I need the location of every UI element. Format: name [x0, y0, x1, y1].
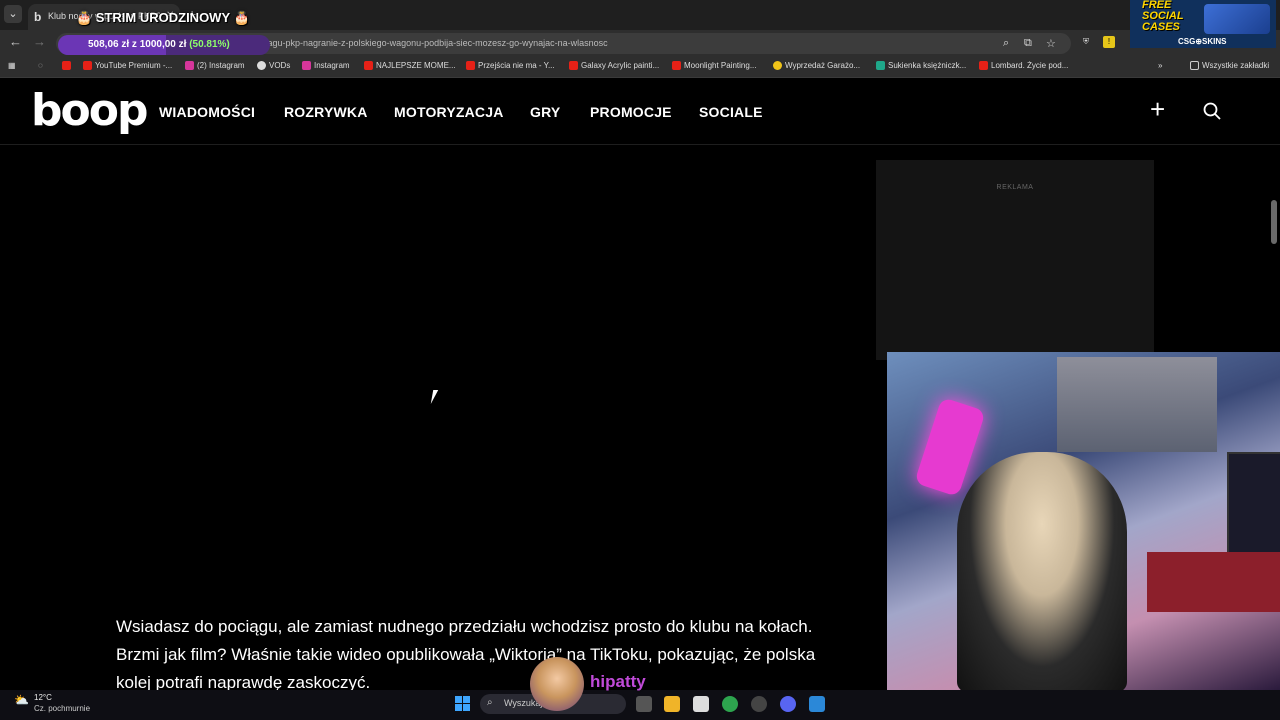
chat-avatar — [530, 657, 584, 711]
more-bookmarks-icon[interactable]: » — [1158, 61, 1162, 70]
donation-goal-text: 508,06 zł z 1000,00 zł (50.81%) — [88, 39, 230, 50]
settings-circle-icon[interactable]: ◌ — [38, 61, 43, 70]
forward-icon[interactable]: → — [33, 34, 46, 49]
nav-rozrywka[interactable]: ROZRYWKA — [284, 104, 368, 120]
ad-brand: CSG⊕SKINS — [1178, 37, 1227, 46]
chrome-icon[interactable] — [722, 696, 738, 712]
windows-start-icon[interactable] — [455, 696, 470, 711]
zoom-icon[interactable]: ⌕ — [1003, 37, 1009, 50]
stream-title-overlay: 🎂 STRIM URODZINOWY 🎂 — [76, 10, 250, 25]
back-icon[interactable]: ← — [9, 34, 22, 49]
nav-wiadomosci[interactable]: WIADOMOŚCI — [159, 104, 255, 120]
mouse-cursor-icon — [430, 390, 444, 404]
ad-label: REKLAMA — [996, 184, 1034, 191]
bookmark-star-icon[interactable]: ☆ — [1046, 37, 1056, 50]
article-paragraph: Wsiadasz do pociągu, ale zamiast nudnego… — [116, 617, 816, 692]
search-icon[interactable] — [1203, 102, 1221, 120]
webcam-sofa — [1147, 552, 1280, 612]
extension-yellow-icon[interactable]: ! — [1103, 36, 1115, 48]
streamer-webcam — [887, 352, 1280, 690]
taskbar-search-icon: ⌕ — [487, 697, 493, 708]
ad-case-image — [1204, 4, 1270, 34]
photos-icon[interactable] — [809, 696, 825, 712]
nav-promocje[interactable]: PROMOCJE — [590, 104, 672, 120]
bookmark-item[interactable]: (2) Instagram — [185, 61, 245, 70]
bookmark-item[interactable]: Przejścia nie ma - Y... — [466, 61, 555, 70]
chat-username: hipatty — [590, 672, 646, 691]
app-icon[interactable] — [751, 696, 767, 712]
apps-grid-icon[interactable]: ▦ — [8, 61, 16, 70]
discord-icon[interactable] — [780, 696, 796, 712]
site-logo[interactable]: boop — [31, 85, 148, 136]
boop-favicon-icon: b — [34, 10, 42, 24]
bookmark-item[interactable]: NAJLEPSZE MOME... — [364, 61, 456, 70]
bookmark-item[interactable]: YouTube Premium -... — [83, 61, 172, 70]
all-bookmarks-folder[interactable]: Wszystkie zakładki — [1190, 61, 1269, 70]
bookmark-item[interactable]: Sukienka księżniczk... — [876, 61, 966, 70]
bookmark-item[interactable]: Wyprzedaż Garażo... — [773, 61, 860, 70]
bookmark-item[interactable]: VODs — [257, 61, 290, 70]
store-icon[interactable] — [693, 696, 709, 712]
nav-sociale[interactable]: SOCIALE — [699, 104, 763, 120]
site-header: boop WIADOMOŚCI ROZRYWKA MOTORYZACJA GRY… — [0, 79, 1280, 145]
url-text: pociagu-pkp-nagranie-z-polskiego-wagonu-… — [251, 38, 608, 48]
weather-temp[interactable]: 12°C — [34, 693, 52, 702]
webcam-wall-poster — [1057, 357, 1217, 452]
install-app-icon[interactable]: ⧉ — [1024, 37, 1032, 50]
webcam-easel — [1227, 452, 1280, 562]
nav-motoryzacja[interactable]: MOTORYZACJA — [394, 104, 504, 120]
bookmark-item[interactable]: Moonlight Painting... — [672, 61, 757, 70]
nav-gry[interactable]: GRY — [530, 104, 560, 120]
csgoskins-ad-overlay: FREE SOCIAL CASES CSG⊕SKINS — [1130, 0, 1276, 48]
ad-headline: FREE SOCIAL CASES — [1142, 0, 1184, 33]
bookmark-item[interactable]: Instagram — [302, 61, 350, 70]
bookmark-item[interactable]: Lombard. Życie pod... — [979, 61, 1068, 70]
plus-icon[interactable]: + — [1150, 94, 1165, 125]
ad-slot: REKLAMA — [876, 160, 1154, 360]
file-explorer-icon[interactable] — [664, 696, 680, 712]
webcam-streamer — [957, 452, 1127, 690]
weather-icon[interactable]: ⛅ — [14, 693, 30, 707]
weather-desc[interactable]: Cz. pochmurnie — [34, 704, 90, 713]
bookmarks-bar: ▦ ◌ YouTube Premium -... (2) Instagram V… — [0, 56, 1280, 78]
extension-icon[interactable]: ⛨ — [1080, 36, 1092, 48]
task-view-icon[interactable] — [636, 696, 652, 712]
bookmark-item[interactable]: Galaxy Acrylic painti... — [569, 61, 659, 70]
bookmark-youtube-icon[interactable] — [62, 61, 71, 70]
tab-list-button[interactable]: ⌄ — [4, 5, 22, 23]
page-scrollbar[interactable] — [1271, 200, 1277, 244]
donation-goal-bar: 508,06 zł z 1000,00 zł (50.81%) — [58, 35, 270, 55]
